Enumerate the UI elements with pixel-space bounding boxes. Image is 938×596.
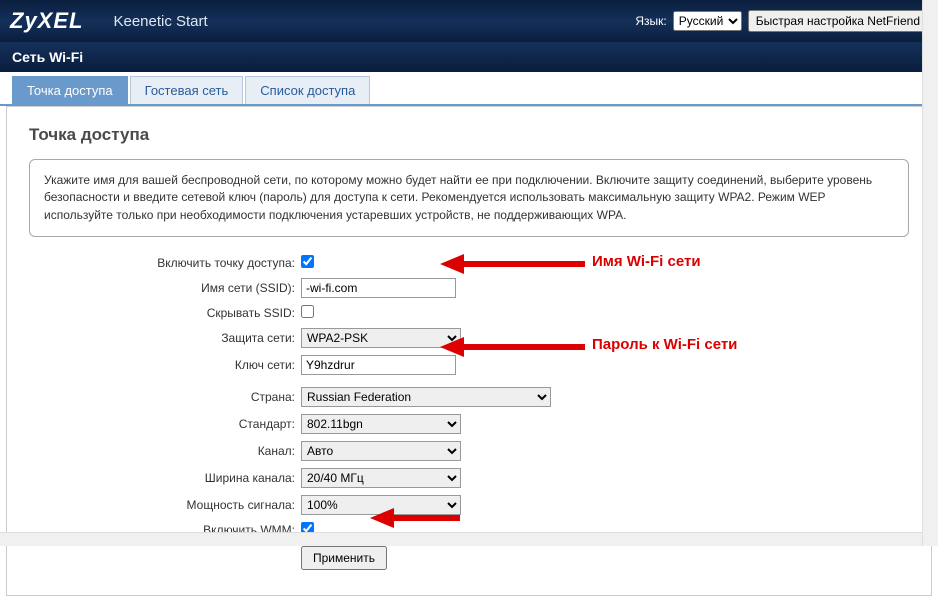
brand-logo: ZyXEL — [10, 8, 83, 34]
country-select[interactable]: Russian Federation — [301, 387, 551, 407]
ssid-input[interactable] — [301, 278, 456, 298]
page-title: Точка доступа — [29, 125, 909, 145]
info-box: Укажите имя для вашей беспроводной сети,… — [29, 159, 909, 237]
power-label: Мощность сигнала: — [29, 498, 301, 512]
enable-ap-label: Включить точку доступа: — [29, 256, 301, 270]
section-title: Сеть Wi-Fi — [12, 49, 83, 65]
channel-label: Канал: — [29, 444, 301, 458]
hide-ssid-label: Скрывать SSID: — [29, 306, 301, 320]
width-select[interactable]: 20/40 МГц — [301, 468, 461, 488]
language-label: Язык: — [635, 14, 666, 28]
vertical-scrollbar[interactable] — [922, 0, 938, 546]
security-select[interactable]: WPA2-PSK — [301, 328, 461, 348]
tab-access-list[interactable]: Список доступа — [245, 76, 370, 104]
width-label: Ширина канала: — [29, 471, 301, 485]
language-select[interactable]: Русский — [673, 11, 742, 31]
tab-access-point[interactable]: Точка доступа — [12, 76, 128, 104]
channel-select[interactable]: Авто — [301, 441, 461, 461]
tabs-bar: Точка доступа Гостевая сеть Список досту… — [0, 76, 938, 106]
power-select[interactable]: 100% — [301, 495, 461, 515]
product-name: Keenetic Start — [113, 13, 207, 30]
netfriend-button[interactable]: Быстрая настройка NetFriend — [748, 10, 928, 32]
key-label: Ключ сети: — [29, 358, 301, 372]
horizontal-scrollbar[interactable] — [0, 532, 922, 546]
section-header: Сеть Wi-Fi — [0, 42, 938, 72]
ssid-label: Имя сети (SSID): — [29, 281, 301, 295]
apply-button[interactable]: Применить — [301, 546, 387, 570]
header-right: Язык: Русский Быстрая настройка NetFrien… — [635, 10, 928, 32]
standard-select[interactable]: 802.11bgn — [301, 414, 461, 434]
security-label: Защита сети: — [29, 331, 301, 345]
hide-ssid-checkbox[interactable] — [301, 305, 314, 318]
key-input[interactable] — [301, 355, 456, 375]
enable-ap-checkbox[interactable] — [301, 255, 314, 268]
content-panel: Точка доступа Укажите имя для вашей бесп… — [6, 106, 932, 596]
standard-label: Стандарт: — [29, 417, 301, 431]
tab-guest-network[interactable]: Гостевая сеть — [130, 76, 244, 104]
app-header: ZyXEL Keenetic Start Язык: Русский Быстр… — [0, 0, 938, 42]
country-label: Страна: — [29, 390, 301, 404]
